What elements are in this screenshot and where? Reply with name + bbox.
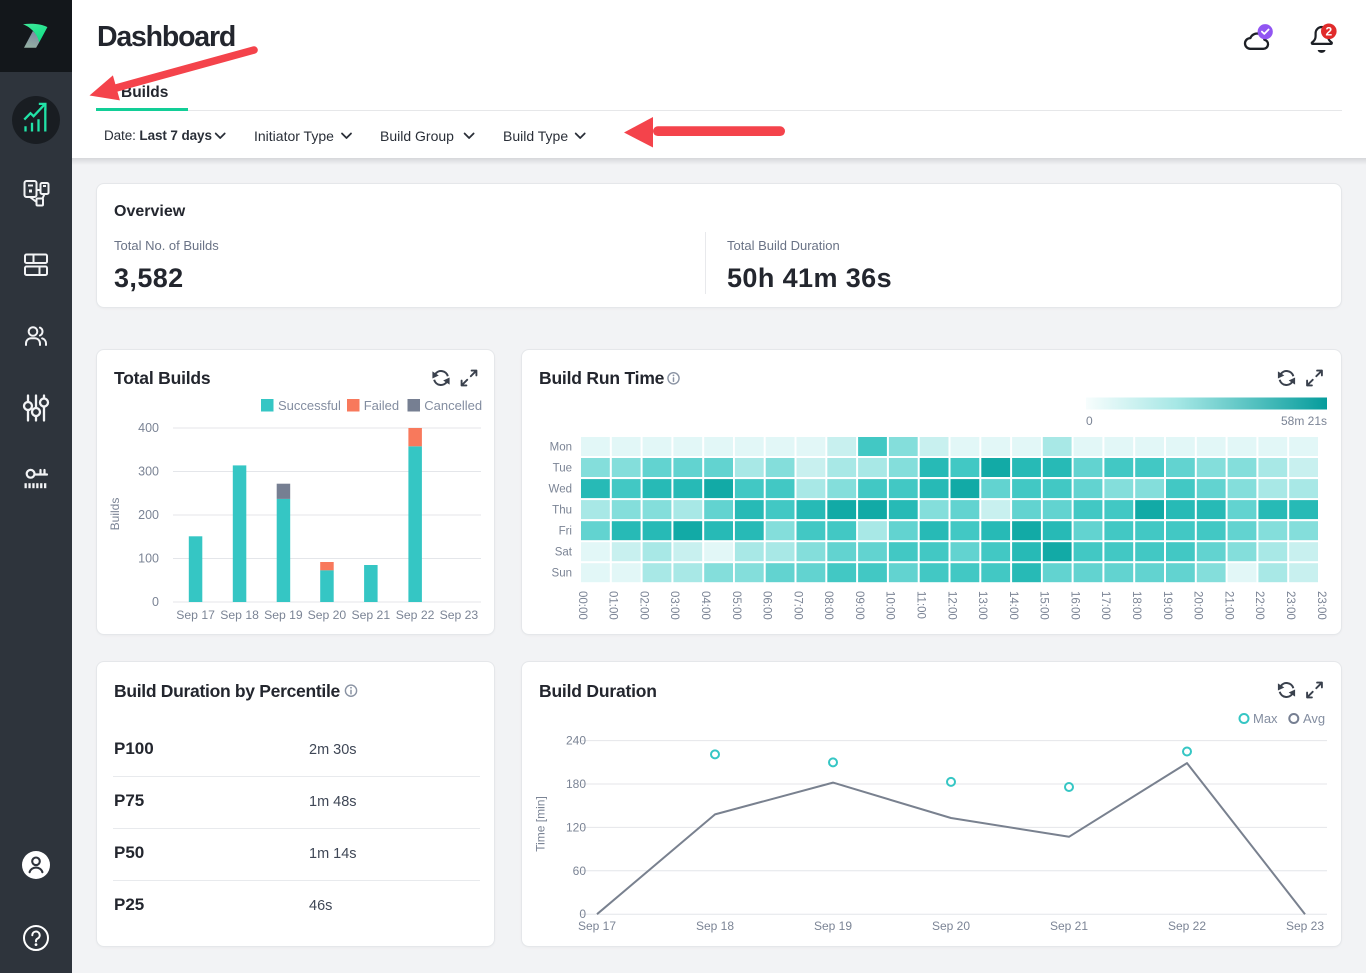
svg-text:18:00: 18:00 (1130, 591, 1142, 620)
svg-text:10:00: 10:00 (884, 591, 896, 620)
svg-text:12:00: 12:00 (945, 591, 957, 620)
svg-text:Tue: Tue (553, 463, 572, 475)
svg-text:400: 400 (138, 421, 159, 435)
svg-text:01:00: 01:00 (607, 591, 619, 620)
svg-text:60: 60 (573, 864, 587, 878)
svg-text:Sep 19: Sep 19 (814, 919, 852, 933)
svg-text:Sep 22: Sep 22 (1168, 919, 1206, 933)
svg-text:Sep 18: Sep 18 (696, 919, 734, 933)
svg-text:240: 240 (566, 734, 586, 748)
svg-text:21:00: 21:00 (1222, 591, 1234, 620)
svg-text:180: 180 (566, 777, 586, 791)
svg-text:15:00: 15:00 (1038, 591, 1050, 620)
svg-text:Builds: Builds (108, 498, 122, 531)
svg-text:00:00: 00:00 (576, 591, 588, 620)
svg-text:120: 120 (566, 820, 586, 834)
svg-text:22:00: 22:00 (1253, 591, 1265, 620)
svg-text:Sep 21: Sep 21 (351, 608, 390, 622)
svg-text:Thu: Thu (552, 505, 572, 517)
svg-text:03:00: 03:00 (668, 591, 680, 620)
svg-text:13:00: 13:00 (976, 591, 988, 620)
svg-text:Sun: Sun (552, 568, 572, 580)
svg-text:17:00: 17:00 (1099, 591, 1111, 620)
svg-text:20:00: 20:00 (1192, 591, 1204, 620)
svg-text:Sep 19: Sep 19 (264, 608, 303, 622)
svg-text:Sep 23: Sep 23 (1286, 919, 1324, 933)
svg-text:06:00: 06:00 (761, 591, 773, 620)
svg-text:02:00: 02:00 (637, 591, 649, 620)
svg-text:16:00: 16:00 (1068, 591, 1080, 620)
svg-text:0: 0 (1086, 414, 1093, 428)
svg-text:23:00: 23:00 (1315, 591, 1327, 620)
svg-text:Cancelled: Cancelled (424, 398, 482, 413)
svg-text:Failed: Failed (364, 398, 399, 413)
svg-text:14:00: 14:00 (1007, 591, 1019, 620)
svg-text:200: 200 (138, 508, 159, 522)
svg-text:Wed: Wed (549, 484, 572, 496)
svg-text:Max: Max (1253, 711, 1278, 726)
svg-text:Mon: Mon (550, 442, 572, 454)
svg-text:Sep 21: Sep 21 (1050, 919, 1088, 933)
svg-text:Sep 23: Sep 23 (440, 608, 479, 622)
svg-text:Sep 20: Sep 20 (308, 608, 347, 622)
svg-text:58m 21s: 58m 21s (1281, 414, 1327, 428)
svg-text:19:00: 19:00 (1161, 591, 1173, 620)
svg-text:0: 0 (152, 595, 159, 609)
svg-text:04:00: 04:00 (699, 591, 711, 620)
svg-text:23:00: 23:00 (1284, 591, 1296, 620)
svg-text:Sat: Sat (555, 547, 573, 559)
svg-text:Avg: Avg (1303, 711, 1325, 726)
svg-text:07:00: 07:00 (791, 591, 803, 620)
svg-text:300: 300 (138, 465, 159, 479)
svg-text:08:00: 08:00 (822, 591, 834, 620)
svg-text:Sep 22: Sep 22 (396, 608, 435, 622)
svg-text:Sep 17: Sep 17 (176, 608, 215, 622)
svg-text:100: 100 (138, 552, 159, 566)
svg-text:Fri: Fri (559, 526, 572, 538)
svg-text:Sep 18: Sep 18 (220, 608, 259, 622)
svg-text:Sep 20: Sep 20 (932, 919, 970, 933)
svg-text:Sep 17: Sep 17 (578, 919, 616, 933)
svg-text:Time [min]: Time [min] (534, 796, 548, 852)
svg-text:05:00: 05:00 (730, 591, 742, 620)
svg-text:11:00: 11:00 (915, 591, 927, 619)
svg-text:09:00: 09:00 (853, 591, 865, 620)
svg-text:Successful: Successful (278, 398, 341, 413)
